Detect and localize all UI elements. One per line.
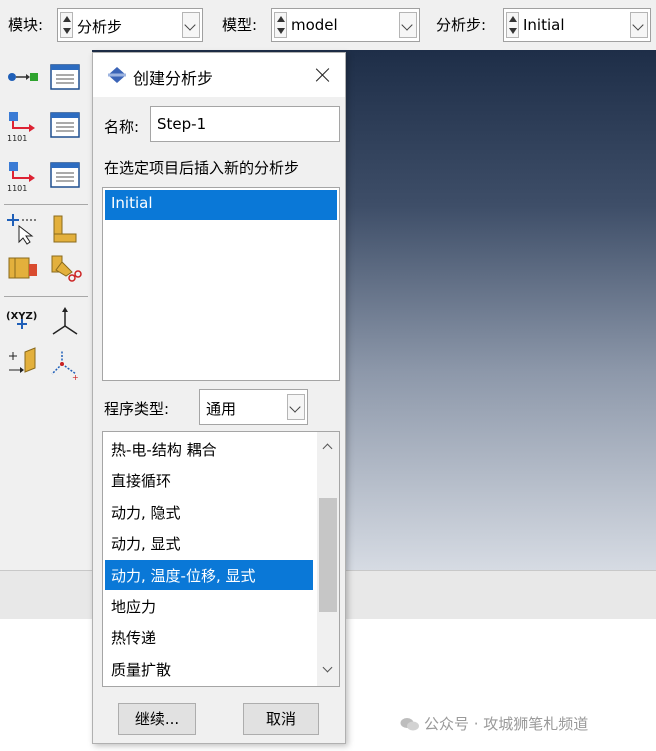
chevron-down-icon[interactable] <box>399 12 417 38</box>
history-output-create-icon[interactable]: 1101 <box>5 158 39 192</box>
continue-button[interactable]: 继续... <box>118 703 196 735</box>
procedure-list-item[interactable]: 质量扩散 <box>105 654 313 684</box>
procedure-list-item[interactable]: 热-电-结构 耦合 <box>105 434 313 464</box>
scroll-down-icon[interactable] <box>317 660 339 682</box>
context-bar: 模块: 分析步 模型: model 分析步: Initial <box>0 0 656 50</box>
name-label: 名称: <box>104 118 140 136</box>
query-select-icon[interactable] <box>5 212 39 246</box>
module-label: 模块: <box>8 16 44 34</box>
svg-text:1101: 1101 <box>7 184 27 192</box>
procedure-type-label: 程序类型: <box>104 400 170 418</box>
chevron-down-icon[interactable] <box>182 12 200 38</box>
procedure-list-item[interactable]: 热传递 <box>105 622 313 652</box>
datum-plane-icon[interactable] <box>5 346 39 380</box>
model-label: 模型: <box>222 16 258 34</box>
history-output-manager-icon[interactable] <box>48 158 82 192</box>
procedure-list-item[interactable]: 动力, 隐式 <box>105 497 313 527</box>
chevron-down-icon[interactable] <box>287 394 305 420</box>
existing-steps-list[interactable]: Initial <box>102 187 340 381</box>
module-value: 分析步 <box>77 18 123 36</box>
procedure-list[interactable]: 热-电-结构 耦合 直接循环 动力, 隐式 动力, 显式 动力, 温度-位移, 显式 地应… <box>102 431 340 687</box>
step-manager-icon[interactable] <box>48 60 82 94</box>
procedure-list-item[interactable]: 地应力 <box>105 591 313 621</box>
toolbox-divider <box>4 296 88 297</box>
dialog-title: 创建分析步 <box>133 69 214 88</box>
step-value: Initial <box>523 16 565 34</box>
procedure-type-value: 通用 <box>206 400 237 418</box>
step-diamond-icon <box>108 67 126 83</box>
section-icon[interactable] <box>48 212 82 246</box>
cut-partition-icon[interactable] <box>48 250 82 284</box>
wechat-icon <box>400 718 419 731</box>
datum-axis-icon[interactable] <box>48 306 82 340</box>
procedure-list-item[interactable]: 直接循环 <box>105 465 313 495</box>
cancel-button[interactable]: 取消 <box>243 703 319 735</box>
step-name-input[interactable] <box>150 106 340 142</box>
step-list-item[interactable]: Initial <box>105 190 337 220</box>
toolbox: 1101 1101 (XYZ) + <box>0 50 92 570</box>
datum-csys-icon[interactable]: + <box>48 346 82 380</box>
create-step-dialog: 创建分析步 名称: 在选定项目后插入新的分析步 Initial 程序类型: 通用… <box>92 52 346 744</box>
scroll-thumb[interactable] <box>319 497 337 612</box>
procedure-list-scrollbar[interactable] <box>317 432 339 686</box>
toolbox-divider <box>4 204 88 205</box>
scroll-up-icon[interactable] <box>317 436 339 458</box>
close-icon[interactable] <box>309 61 337 89</box>
procedure-list-item[interactable]: 动力, 温度-位移, 显式 <box>105 559 313 590</box>
datum-point-icon[interactable]: (XYZ) <box>5 306 39 340</box>
procedure-type-select[interactable]: 通用 <box>199 389 308 425</box>
svg-text:1101: 1101 <box>7 134 27 142</box>
svg-text:+: + <box>72 373 79 380</box>
dialog-title-bar[interactable]: 创建分析步 <box>93 53 345 97</box>
insert-after-label: 在选定项目后插入新的分析步 <box>104 159 300 177</box>
step-label: 分析步: <box>436 16 487 34</box>
model-value: model <box>291 16 338 34</box>
module-spinner[interactable] <box>60 12 73 38</box>
procedure-list-item[interactable]: 动力, 显式 <box>105 528 313 558</box>
field-output-create-icon[interactable]: 1101 <box>5 108 39 142</box>
model-combo[interactable]: model <box>271 8 420 42</box>
step-combo[interactable]: Initial <box>503 8 651 42</box>
step-create-icon[interactable] <box>5 60 39 94</box>
chevron-down-icon[interactable] <box>630 12 648 38</box>
partition-icon[interactable] <box>5 250 39 284</box>
watermark: 公众号 · 攻城狮笔札频道 <box>400 713 588 734</box>
step-spinner[interactable] <box>506 12 519 38</box>
model-spinner[interactable] <box>274 12 287 38</box>
field-output-manager-icon[interactable] <box>48 108 82 142</box>
watermark-text: 公众号 · 攻城狮笔札频道 <box>424 715 589 733</box>
module-combo[interactable]: 分析步 <box>57 8 203 42</box>
